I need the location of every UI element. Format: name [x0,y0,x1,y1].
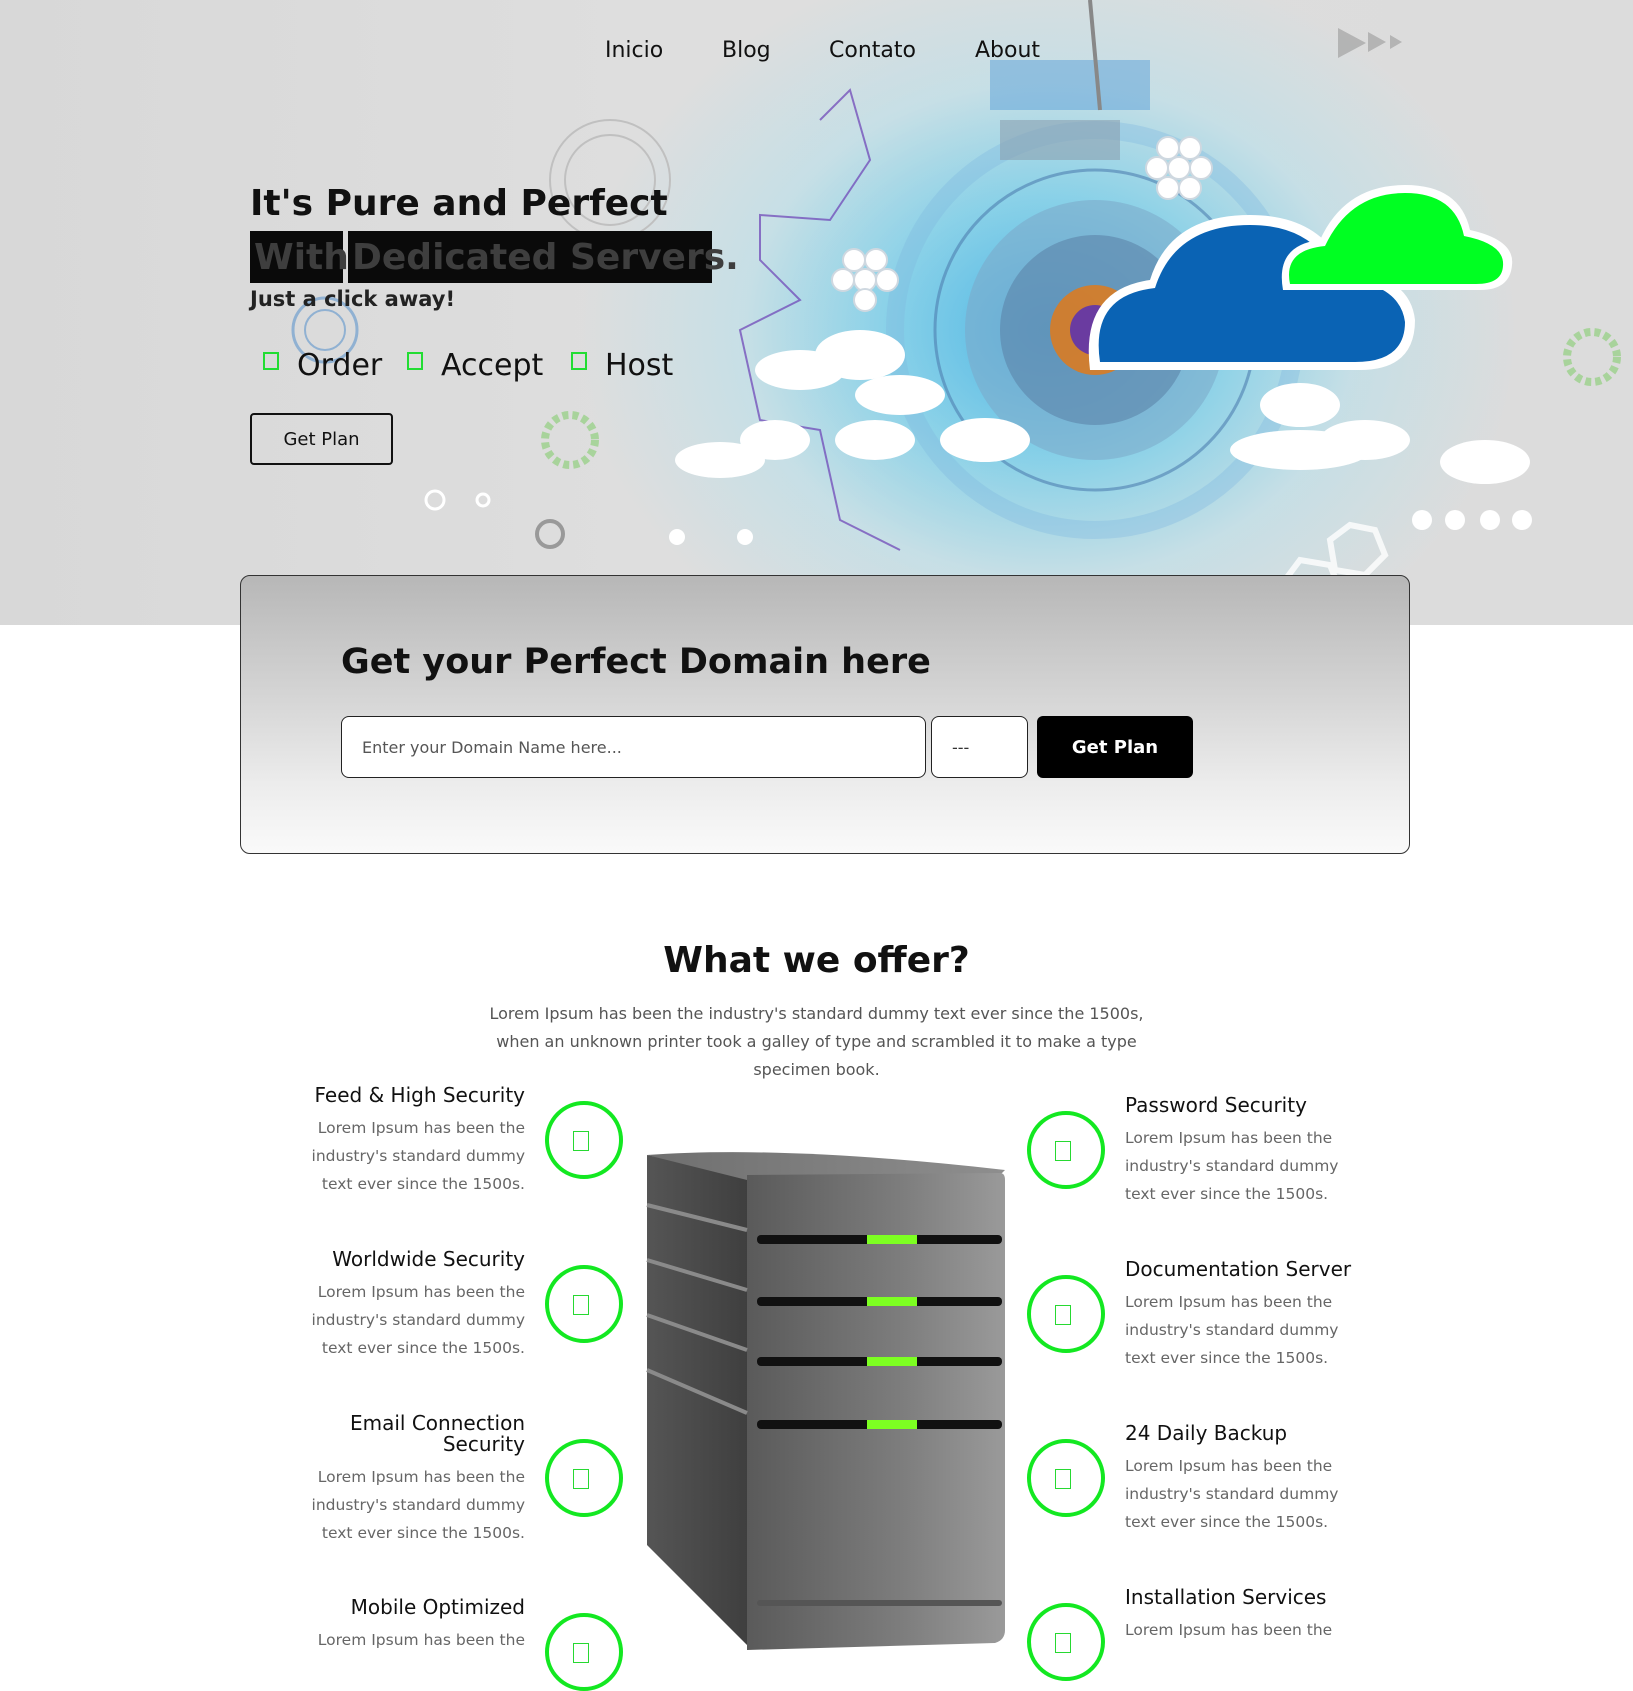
service-title: Password Security [1125,1093,1307,1117]
offer-title: What we offer? [663,940,970,981]
service-icon-ring [1027,1603,1105,1681]
service-mobile-optimized: Mobile Optimized Lorem Ipsum has been th… [285,1597,525,1654]
domain-extension-select[interactable]: --- [931,716,1028,778]
backup-icon [1055,1469,1071,1489]
domain-search-box: Get your Perfect Domain here --- Get Pla… [240,575,1410,854]
service-text: Lorem Ipsum has been the industry's stan… [311,1283,525,1357]
hero-subtitle: Just a click away! [250,287,456,311]
offer-description: Lorem Ipsum has been the industry's stan… [489,1004,1144,1079]
service-title: 24 Daily Backup [1125,1421,1288,1445]
service-title: Feed & High Security [314,1083,525,1107]
document-icon [1055,1305,1071,1325]
service-text: Lorem Ipsum has been the industry's stan… [1125,1457,1339,1531]
checkbox-icon [571,351,587,370]
service-24-daily-backup: 24 Daily Backup Lorem Ipsum has been the… [1125,1423,1365,1536]
nav-item-blog[interactable]: Blog [722,38,771,63]
service-installation-services: Installation Services Lorem Ipsum has be… [1125,1587,1365,1644]
lock-icon [1055,1141,1071,1161]
service-password-security: Password Security Lorem Ipsum has been t… [1125,1095,1365,1208]
hero-illustration [291,0,1621,594]
main-nav: Inicio Blog Contato About [0,38,1633,70]
service-feed-high-security: Feed & High Security Lorem Ipsum has bee… [285,1085,525,1198]
service-title: Documentation Server [1125,1257,1352,1281]
hero-feature-label: Accept [441,348,544,383]
service-icon-ring [545,1439,623,1517]
service-documentation-server: Documentation Server Lorem Ipsum has bee… [1125,1259,1365,1372]
nav-item-inicio[interactable]: Inicio [605,38,663,63]
service-worldwide-security: Worldwide Security Lorem Ipsum has been … [285,1249,525,1362]
server-tower-illustration [646,1152,1005,1650]
mobile-icon [573,1643,589,1663]
service-icon-ring [1027,1111,1105,1189]
hero-section: Inicio Blog Contato About It's Pure and … [0,0,1633,625]
hero-feature-accept: Accept [407,348,543,383]
service-text: Lorem Ipsum has been the industry's stan… [1125,1129,1339,1203]
service-title: Email Connection Security [349,1411,525,1456]
service-text: Lorem Ipsum has been the industry's stan… [1125,1293,1339,1367]
service-text: Lorem Ipsum has been the [1125,1621,1333,1639]
service-icon-ring [545,1101,623,1179]
hero-highlight-with: With [250,231,349,283]
wrench-icon [1055,1633,1071,1653]
nav-item-contato[interactable]: Contato [829,38,916,63]
service-text: Lorem Ipsum has been the industry's stan… [311,1119,525,1193]
service-title: Worldwide Security [332,1247,525,1271]
hero-feature-order: Order [263,348,382,383]
service-email-connection-security: Email Connection Security Lorem Ipsum ha… [285,1413,525,1547]
hero-get-plan-button[interactable]: Get Plan [250,413,393,465]
service-title: Mobile Optimized [350,1595,525,1619]
service-icon-ring [545,1613,623,1691]
service-icon-ring [1027,1439,1105,1517]
hero-feature-host: Host [571,348,673,383]
hero-highlight-dedicated-servers: Dedicated Servers. [348,231,739,283]
service-icon-ring [545,1265,623,1343]
envelope-icon [573,1469,589,1489]
checkbox-icon [407,351,423,370]
service-text: Lorem Ipsum has been the industry's stan… [311,1468,525,1542]
globe-icon [573,1295,589,1315]
hero-feature-label: Order [297,348,383,383]
hero-title: It's Pure and Perfect [250,183,668,224]
nav-item-about[interactable]: About [975,38,1040,63]
domain-name-input[interactable] [341,716,926,778]
hero-feature-label: Host [605,348,674,383]
service-title: Installation Services [1125,1585,1327,1609]
service-icon-ring [1027,1275,1105,1353]
domain-extension-value: --- [952,737,970,757]
domain-title: Get your Perfect Domain here [341,642,931,682]
shield-icon [573,1131,589,1151]
domain-get-plan-button[interactable]: Get Plan [1037,716,1193,778]
checkbox-icon [263,351,279,370]
